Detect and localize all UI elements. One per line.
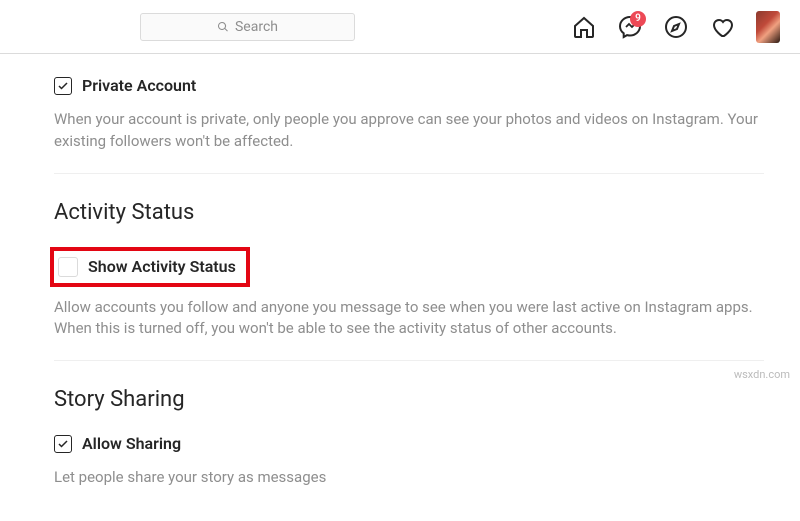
activity-status-section: Activity Status Show Activity Status All… xyxy=(54,174,764,362)
story-sharing-description: Let people share your story as messages xyxy=(54,467,764,489)
search-placeholder: Search xyxy=(235,19,278,35)
highlight-box: Show Activity Status xyxy=(50,247,250,287)
avatar[interactable] xyxy=(756,11,780,43)
private-account-description: When your account is private, only peopl… xyxy=(54,109,764,153)
activity-status-description: Allow accounts you follow and anyone you… xyxy=(54,297,764,341)
allow-sharing-label: Allow Sharing xyxy=(82,434,181,453)
private-account-label: Private Account xyxy=(82,76,196,95)
heart-icon[interactable] xyxy=(710,15,734,39)
search-container: Search xyxy=(140,13,355,41)
allow-sharing-row: Allow Sharing xyxy=(54,434,764,453)
messenger-icon[interactable]: 9 xyxy=(618,15,642,39)
nav-icons: 9 xyxy=(572,11,780,43)
search-icon xyxy=(217,21,229,33)
home-icon[interactable] xyxy=(572,15,596,39)
activity-status-title: Activity Status xyxy=(54,200,764,225)
story-sharing-title: Story Sharing xyxy=(54,387,764,412)
story-sharing-section: Story Sharing Allow Sharing Let people s… xyxy=(54,361,764,509)
activity-status-label: Show Activity Status xyxy=(88,257,236,276)
private-account-section: Private Account When your account is pri… xyxy=(54,54,764,174)
search-input[interactable]: Search xyxy=(140,13,355,41)
private-account-checkbox[interactable] xyxy=(54,77,72,95)
allow-sharing-checkbox[interactable] xyxy=(54,435,72,453)
private-account-row: Private Account xyxy=(54,76,764,95)
notification-badge: 9 xyxy=(630,11,646,27)
checkmark-icon xyxy=(57,80,69,92)
activity-status-checkbox[interactable] xyxy=(58,257,78,277)
checkmark-icon xyxy=(57,438,69,450)
settings-content: Private Account When your account is pri… xyxy=(0,54,800,509)
explore-icon[interactable] xyxy=(664,15,688,39)
top-nav-bar: Search 9 xyxy=(0,0,800,54)
watermark: wsxdn.com xyxy=(734,368,790,381)
